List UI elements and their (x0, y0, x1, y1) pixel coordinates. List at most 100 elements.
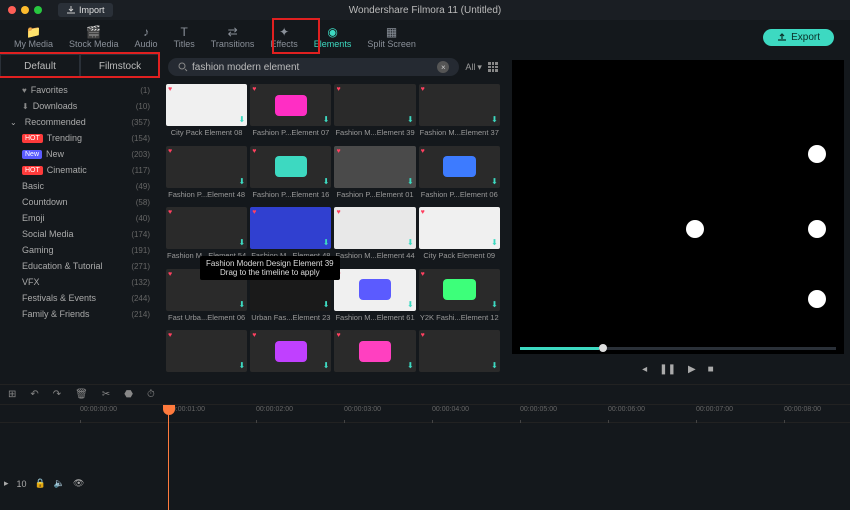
element-thumb[interactable]: ♥⬇City Pack Element 08 (166, 84, 247, 143)
track-area[interactable]: ▸ 10 🔒 🔈 👁 (0, 423, 850, 493)
favorite-icon[interactable]: ♥ (421, 148, 425, 155)
download-icon[interactable]: ⬇ (239, 238, 246, 247)
download-icon[interactable]: ⬇ (239, 115, 246, 124)
nav-titles[interactable]: TTitles (166, 23, 203, 51)
download-icon[interactable]: ⬇ (407, 361, 414, 370)
nav-my-media[interactable]: 📁My Media (6, 23, 61, 51)
clear-search-button[interactable]: × (437, 61, 449, 73)
filter-dropdown[interactable]: All ▾ (465, 62, 482, 73)
preview-player[interactable] (512, 60, 844, 347)
view-grid-button[interactable] (488, 62, 498, 72)
category-item[interactable]: ♥Favorites(1) (0, 82, 160, 98)
category-item[interactable]: Festivals & Events(244) (0, 290, 160, 306)
nav-split-screen[interactable]: ▦Split Screen (359, 23, 424, 51)
element-thumb[interactable]: ♥⬇Fashion M...Element 44 (334, 207, 415, 266)
element-thumb[interactable]: ♥⬇Fashion P...Element 48 (166, 146, 247, 205)
minimize-window-icon[interactable] (21, 6, 29, 14)
download-icon[interactable]: ⬇ (491, 115, 498, 124)
preview-progress-knob[interactable] (599, 344, 607, 352)
stop-button[interactable]: ■ (708, 364, 714, 375)
pause-button[interactable]: ❚❚ (659, 364, 676, 375)
element-thumb[interactable]: ♥⬇Fashion M...Element 37 (419, 84, 500, 143)
download-icon[interactable]: ⬇ (407, 300, 414, 309)
track-lock-icon[interactable]: 🔒 (35, 478, 46, 489)
tab-filmstock[interactable]: Filmstock (80, 54, 160, 77)
download-icon[interactable]: ⬇ (323, 177, 330, 186)
element-thumb[interactable]: ♥⬇ (250, 330, 331, 380)
category-item[interactable]: VFX(132) (0, 274, 160, 290)
download-icon[interactable]: ⬇ (407, 238, 414, 247)
category-item[interactable]: NewNew(203) (0, 146, 160, 162)
tool-delete-icon[interactable]: 🗑 (75, 389, 88, 400)
favorite-icon[interactable]: ♥ (252, 148, 256, 155)
category-item[interactable]: Social Media(174) (0, 226, 160, 242)
favorite-icon[interactable]: ♥ (421, 209, 425, 216)
track-visibility-icon[interactable]: 👁 (73, 478, 84, 489)
category-item[interactable]: Education & Tutorial(271) (0, 258, 160, 274)
element-thumb[interactable]: ♥⬇City Pack Element 09 (419, 207, 500, 266)
element-thumb[interactable]: ♥⬇ (334, 330, 415, 380)
download-icon[interactable]: ⬇ (239, 300, 246, 309)
tool-cut-icon[interactable]: ✂ (102, 389, 110, 400)
window-controls[interactable] (0, 6, 50, 14)
prev-frame-button[interactable]: ◂ (642, 364, 647, 375)
category-item[interactable]: Basic(49) (0, 178, 160, 194)
favorite-icon[interactable]: ♥ (252, 209, 256, 216)
element-thumb[interactable]: ♥⬇Fashion M...Element 61 (334, 269, 415, 328)
element-thumb[interactable]: ♥⬇Fashion M...Element 39 (334, 84, 415, 143)
download-icon[interactable]: ⬇ (323, 300, 330, 309)
tool-layout-icon[interactable]: ⊞ (8, 389, 16, 400)
nav-stock-media[interactable]: 🎬Stock Media (61, 23, 127, 51)
close-window-icon[interactable] (8, 6, 16, 14)
favorite-icon[interactable]: ♥ (168, 86, 172, 93)
element-thumb[interactable]: ♥⬇Fashion P...Element 07 (250, 84, 331, 143)
track-mute-icon[interactable]: 🔈 (54, 478, 65, 489)
download-icon[interactable]: ⬇ (491, 177, 498, 186)
element-thumb[interactable]: ♥⬇Y2K Fashi...Element 12 (419, 269, 500, 328)
element-thumb[interactable]: ♥⬇ (419, 330, 500, 380)
element-thumb[interactable]: ♥⬇ (166, 330, 247, 380)
favorite-icon[interactable]: ♥ (252, 86, 256, 93)
tool-undo-icon[interactable]: ↶ (30, 389, 38, 400)
tool-redo-icon[interactable]: ↷ (53, 389, 61, 400)
nav-audio[interactable]: ♪Audio (127, 23, 166, 51)
favorite-icon[interactable]: ♥ (336, 332, 340, 339)
element-thumb[interactable]: ♥⬇Fashion P...Element 16 (250, 146, 331, 205)
favorite-icon[interactable]: ♥ (336, 209, 340, 216)
download-icon[interactable]: ⬇ (407, 115, 414, 124)
element-thumb[interactable]: ♥⬇Fashion P...Element 06 (419, 146, 500, 205)
category-item[interactable]: Family & Friends(214) (0, 306, 160, 322)
nav-elements[interactable]: ◉Elements (306, 23, 360, 51)
category-item[interactable]: Emoji(40) (0, 210, 160, 226)
download-icon[interactable]: ⬇ (323, 361, 330, 370)
download-icon[interactable]: ⬇ (491, 361, 498, 370)
favorite-icon[interactable]: ♥ (168, 332, 172, 339)
tool-marker-icon[interactable]: ⬣ (124, 389, 133, 400)
import-button[interactable]: Import (58, 3, 113, 17)
category-item[interactable]: ⌄Recommended(357) (0, 114, 160, 130)
play-button[interactable]: ▶ (688, 364, 696, 375)
favorite-icon[interactable]: ♥ (168, 148, 172, 155)
category-item[interactable]: Countdown(58) (0, 194, 160, 210)
preview-progress[interactable] (520, 347, 836, 350)
nav-transitions[interactable]: ⇄Transitions (203, 23, 263, 51)
favorite-icon[interactable]: ♥ (168, 271, 172, 278)
download-icon[interactable]: ⬇ (323, 238, 330, 247)
favorite-icon[interactable]: ♥ (421, 332, 425, 339)
category-item[interactable]: HOTCinematic(117) (0, 162, 160, 178)
tool-speed-icon[interactable]: ⏱ (147, 389, 155, 400)
favorite-icon[interactable]: ♥ (421, 86, 425, 93)
download-icon[interactable]: ⬇ (239, 361, 246, 370)
track-add-button[interactable]: ▸ (4, 478, 9, 489)
timeline-ruler[interactable]: 00:00:00:0000:00:01:0000:00:02:0000:00:0… (0, 405, 850, 423)
export-button[interactable]: Export (763, 29, 834, 46)
download-icon[interactable]: ⬇ (491, 238, 498, 247)
download-icon[interactable]: ⬇ (407, 177, 414, 186)
element-thumb[interactable]: ♥⬇Fashion P...Element 01 (334, 146, 415, 205)
download-icon[interactable]: ⬇ (323, 115, 330, 124)
favorite-icon[interactable]: ♥ (336, 86, 340, 93)
category-item[interactable]: HOTTrending(154) (0, 130, 160, 146)
search-input[interactable] (192, 62, 433, 73)
search-box[interactable]: × (168, 58, 459, 76)
download-icon[interactable]: ⬇ (239, 177, 246, 186)
